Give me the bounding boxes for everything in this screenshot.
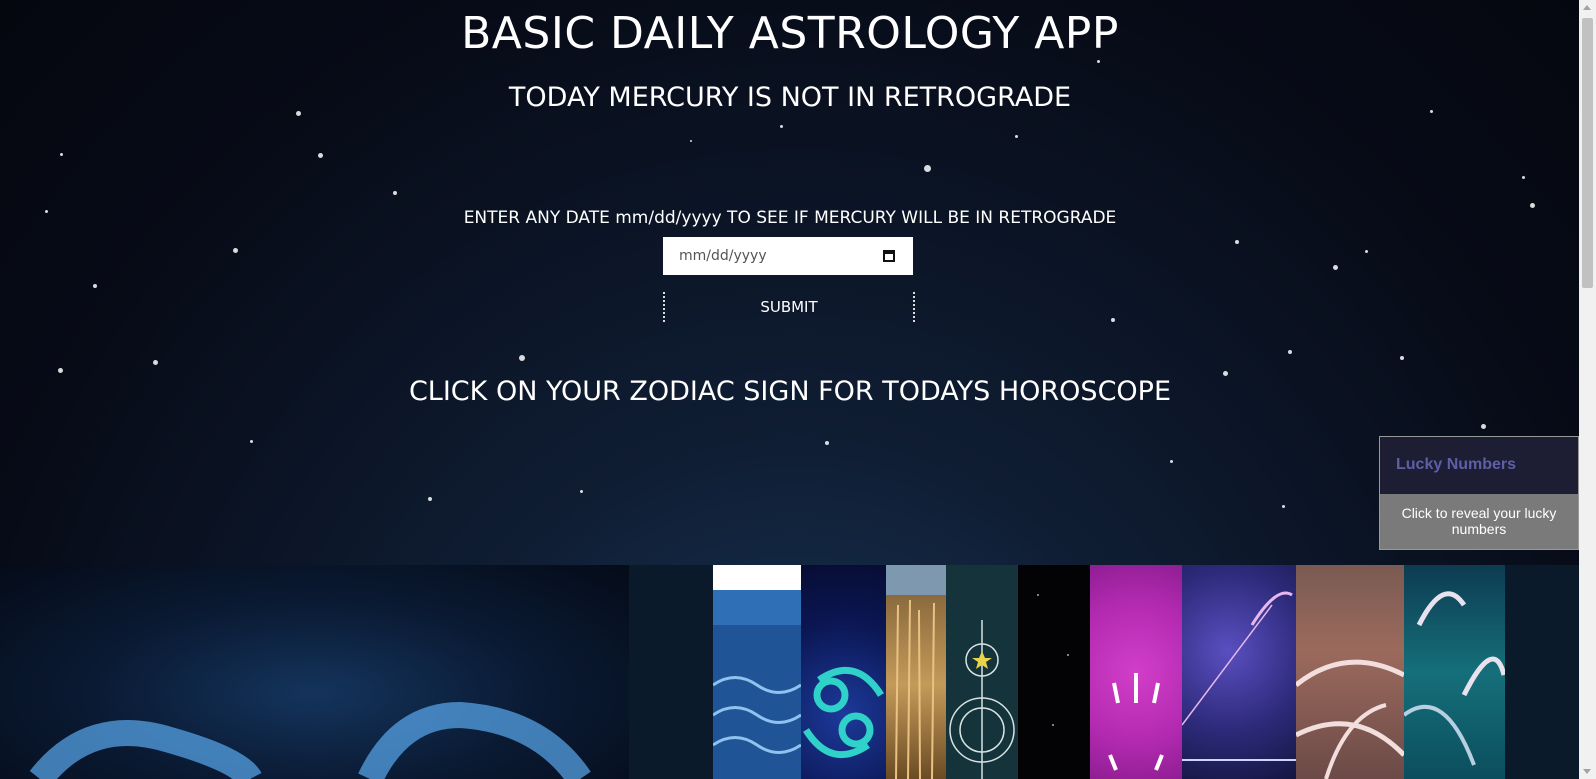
wave-icon [1404,591,1505,766]
vertical-scrollbar[interactable] [1579,0,1596,779]
lucky-numbers-reveal[interactable]: Click to reveal your lucky numbers [1380,494,1578,549]
scrollbar-thumb[interactable] [1582,18,1593,288]
virgo-icon [949,620,1015,779]
lucky-numbers-widget[interactable]: Lucky Numbers Click to reveal your lucky… [1379,436,1579,550]
aries-icon [29,701,591,779]
sagittarius-icon [1182,591,1296,761]
date-input[interactable]: mm/dd/yyyy [663,237,913,275]
zodiac-tile-virgo[interactable] [946,565,1018,779]
aquarius-icon [713,676,801,754]
page-title: BASIC DAILY ASTROLOGY APP [461,8,1119,59]
zodiac-tile-cancer[interactable] [801,565,886,779]
date-input-placeholder: mm/dd/yyyy [679,248,767,264]
wheat-icon [895,599,935,779]
zodiac-tile-sagittarius[interactable] [1182,565,1296,779]
calendar-icon[interactable] [883,250,895,262]
zodiac-tile-aries[interactable] [0,565,629,779]
cancer-icon [803,666,884,759]
zodiac-tile-nebula[interactable] [1296,565,1404,779]
zodiac-tile-glitter[interactable] [1090,565,1182,779]
zodiac-tile-wave[interactable] [1404,565,1505,779]
zodiac-tile-aquarius[interactable] [713,565,801,779]
date-prompt: ENTER ANY DATE mm/dd/yyyy TO SEE IF MERC… [463,208,1117,228]
nebula-icon [1296,659,1404,779]
dark-sky-icon [1037,594,1069,726]
submit-button[interactable]: SUBMIT [663,292,915,322]
glitter-icon [1108,673,1164,771]
zodiac-tile-dark-sky[interactable] [1018,565,1090,779]
lucky-numbers-title: Lucky Numbers [1380,437,1578,494]
scroll-up-icon[interactable] [1583,5,1591,10]
scroll-down-icon[interactable] [1583,769,1591,774]
zodiac-heading: CLICK ON YOUR ZODIAC SIGN FOR TODAYS HOR… [408,376,1172,407]
mercury-status: TODAY MERCURY IS NOT IN RETROGRADE [508,82,1072,113]
zodiac-gallery [0,565,1580,779]
zodiac-tile-wheat[interactable] [886,565,946,779]
